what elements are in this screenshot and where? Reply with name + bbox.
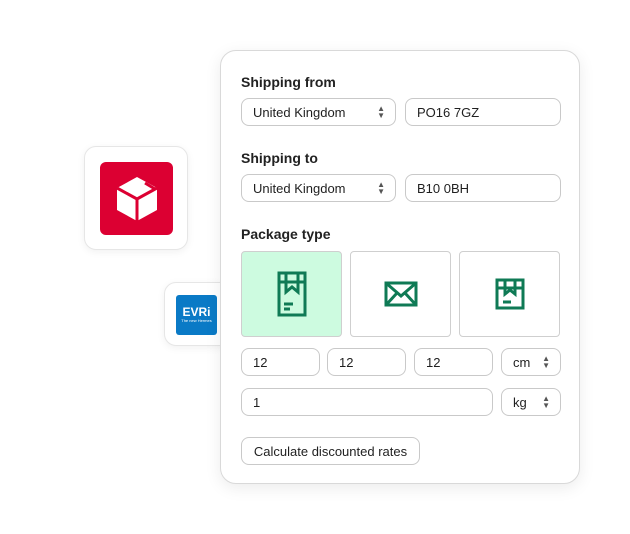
package-option-bag[interactable]: [241, 251, 342, 337]
to-postcode-input[interactable]: B10 0BH: [405, 174, 561, 202]
shipping-form-card: Shipping from United Kingdom ▲ ▼ PO16 7GZ …: [220, 50, 580, 484]
box-bag-icon: [277, 271, 306, 317]
weight-input[interactable]: 1: [241, 388, 493, 416]
to-country-value: United Kingdom: [253, 180, 346, 196]
chevron-updown-icon: ▲ ▼: [377, 180, 385, 196]
calculate-rates-button[interactable]: Calculate discounted rates: [241, 437, 420, 465]
package-option-box[interactable]: [459, 251, 560, 337]
height-input[interactable]: 12: [414, 348, 493, 376]
chevron-updown-icon: ▲ ▼: [542, 354, 550, 370]
chevron-updown-icon: ▲ ▼: [542, 394, 550, 410]
length-input[interactable]: 12: [241, 348, 320, 376]
dimension-unit-value: cm: [513, 354, 531, 370]
from-country-select[interactable]: United Kingdom ▲ ▼: [241, 98, 396, 126]
dpd-carrier-tile: [84, 146, 188, 250]
from-country-value: United Kingdom: [253, 104, 346, 120]
dpd-logo: [100, 162, 173, 235]
evri-logo: EVRi The new Hermes: [176, 295, 217, 335]
weight-unit-select[interactable]: kg ▲ ▼: [501, 388, 561, 416]
shipping-to-heading: Shipping to: [241, 150, 318, 166]
envelope-icon: [384, 281, 417, 307]
width-input[interactable]: 12: [327, 348, 406, 376]
chevron-updown-icon: ▲ ▼: [377, 104, 385, 120]
weight-unit-value: kg: [513, 394, 527, 410]
to-country-select[interactable]: United Kingdom ▲ ▼: [241, 174, 396, 202]
package-option-envelope[interactable]: [350, 251, 451, 337]
package-type-heading: Package type: [241, 226, 331, 242]
shipping-from-heading: Shipping from: [241, 74, 336, 90]
parcel-box-icon: [495, 278, 524, 310]
dimension-unit-select[interactable]: cm ▲ ▼: [501, 348, 561, 376]
from-postcode-input[interactable]: PO16 7GZ: [405, 98, 561, 126]
